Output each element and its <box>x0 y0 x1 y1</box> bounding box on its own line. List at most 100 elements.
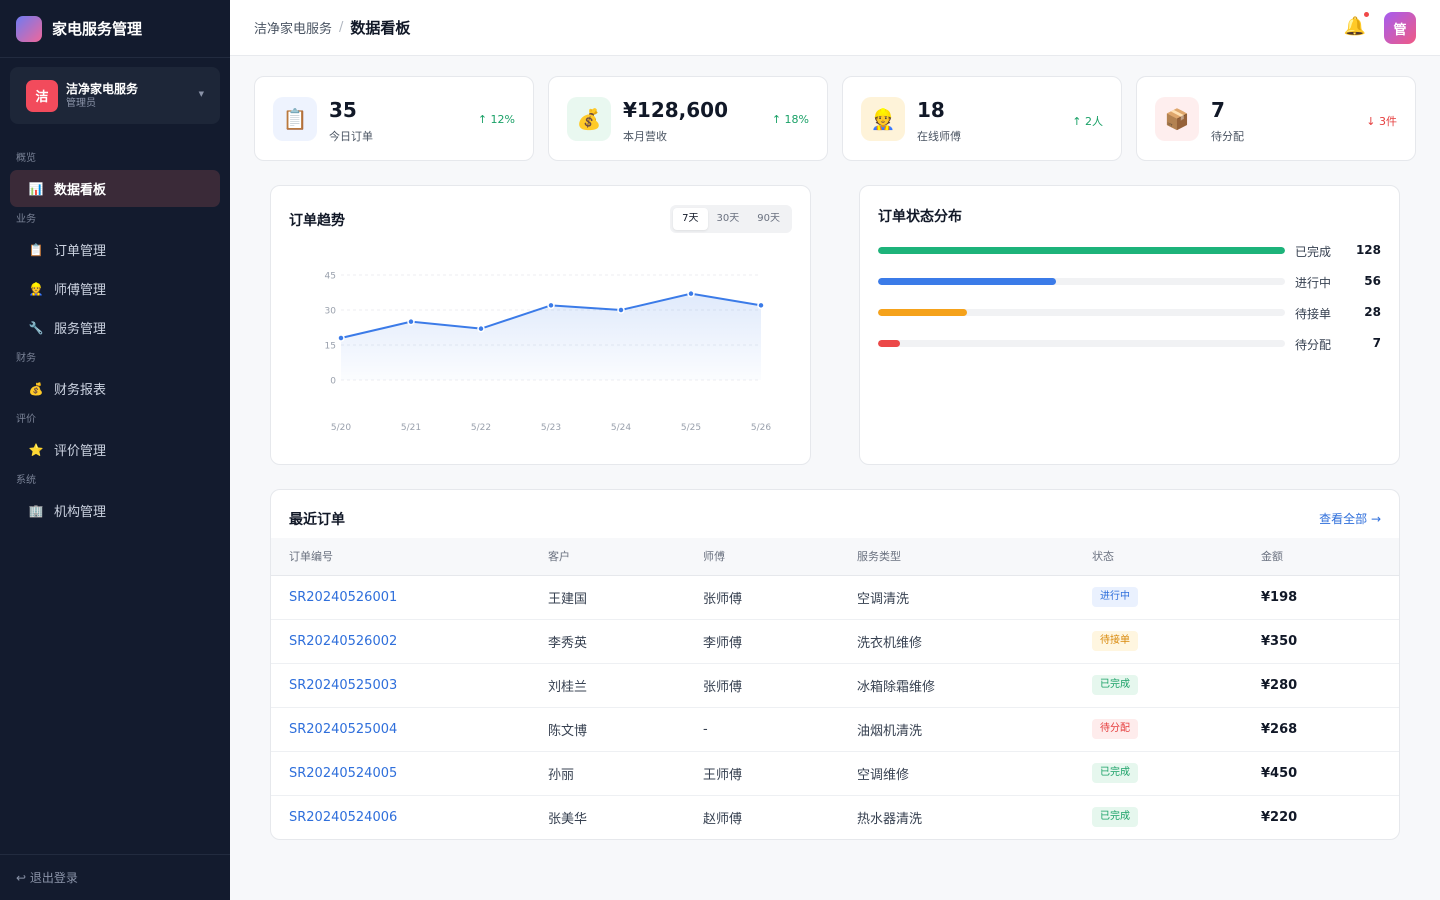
sidebar-item[interactable]: 🔧 服务管理 <box>10 309 220 346</box>
star-icon: ⭐ <box>28 442 44 457</box>
service-cell: 冰箱除霜维修 <box>857 663 1092 708</box>
order-id-cell: SR20240525003 <box>271 663 548 708</box>
status-cell: 已完成 <box>1092 663 1261 708</box>
order-id-link[interactable]: SR20240525004 <box>289 722 397 737</box>
table-row[interactable]: SR20240526001 王建国 张师傅 空调清洗 进行中 ¥198 <box>271 575 1399 620</box>
top-header: 洁净家电服务 / 数据看板 🔔 管 <box>230 0 1440 56</box>
customer-cell: 李秀英 <box>548 619 703 664</box>
status-badge: 已完成 <box>1092 807 1138 828</box>
stat-trend: ↑ 18% <box>771 113 809 126</box>
service-cell: 热水器清洗 <box>857 811 923 827</box>
y-tick-label: 0 <box>330 377 336 387</box>
bar-chart-icon: 📊 <box>28 181 44 196</box>
order-id-link[interactable]: SR20240524006 <box>289 810 397 825</box>
status-name: 进行中 <box>1295 276 1332 290</box>
table-row[interactable]: SR20240524006 张美华 赵师傅 热水器清洗 已完成 ¥220 <box>271 795 1399 839</box>
data-point <box>477 324 485 333</box>
customer-cell: 陈文博 <box>548 707 703 752</box>
status-badge: 进行中 <box>1092 587 1138 607</box>
table-row[interactable]: SR20240524005 孙丽 王师傅 空调维修 已完成 ¥450 <box>271 751 1399 796</box>
breadcrumb-parent[interactable]: 洁净家电服务 <box>254 18 332 37</box>
service-cell: 空调清洗 <box>857 575 1092 620</box>
building-icon: 🏢 <box>28 503 44 518</box>
sidebar-item-label: 师傅管理 <box>54 283 107 298</box>
table-header-row: 订单编号 客户 师傅 服务类型 状态 金额 <box>271 538 1399 576</box>
x-tick-label: 5/25 <box>681 423 701 433</box>
worker-cell: 张师傅 <box>703 575 857 620</box>
sidebar-item-label: 评价管理 <box>54 444 107 459</box>
status-cell: 待分配 <box>1092 707 1261 752</box>
page-title: 数据看板 <box>350 19 411 37</box>
nav-section-label: 业务 <box>16 214 36 225</box>
org-switcher[interactable]: 洁 洁净家电服务 管理员 ▼ <box>10 67 220 124</box>
recent-orders-panel: 最近订单 查看全部 → 订单编号 客户 师傅 服务类型 状态 金额 SR202405260… <box>270 489 1400 840</box>
status-badge: 已完成 <box>1092 675 1138 695</box>
caret-down-icon: ▼ <box>198 90 204 98</box>
column-header: 师傅 <box>703 538 857 576</box>
stat-trend: ↑ 12% <box>477 113 515 126</box>
status-badge: 待接单 <box>1092 631 1138 651</box>
package-icon: 📦 <box>1155 97 1199 141</box>
order-id-cell: SR20240526002 <box>271 619 548 664</box>
table-body: SR20240526001 王建国 张师傅 空调清洗 进行中 ¥198 SR20240526… <box>271 575 1399 839</box>
logout-button[interactable]: ↩ 退出登录 <box>0 854 230 900</box>
service-cell: 洗衣机维修 <box>857 619 1092 664</box>
order-id-cell: SR20240526001 <box>271 575 548 620</box>
stat-card: 📋 35 今日订单 ↑ 12% <box>254 76 534 161</box>
status-bar-track <box>878 309 1285 316</box>
org-avatar: 洁 <box>26 79 58 112</box>
order-id-link[interactable]: SR20240525003 <box>289 678 397 693</box>
app-title: 家电服务管理 <box>52 20 143 38</box>
worker-cell: 李师傅 <box>703 619 857 664</box>
x-tick-label: 5/24 <box>611 423 631 433</box>
order-id-cell: SR20240524005 <box>271 751 548 796</box>
status-row: 待分配 7 <box>878 335 1381 353</box>
amount-cell: ¥350 <box>1261 619 1399 664</box>
money-bag-icon: 💰 <box>567 97 611 141</box>
data-point <box>757 301 765 310</box>
sidebar-item[interactable]: 🏢 机构管理 <box>10 492 220 529</box>
amount-cell: ¥220 <box>1261 809 1298 825</box>
status-bar-fill <box>878 340 901 347</box>
user-avatar[interactable]: 管 <box>1384 12 1416 44</box>
stat-value: 18 <box>917 98 945 122</box>
sidebar-item[interactable]: 📊 数据看板 <box>10 170 220 207</box>
sidebar-item[interactable]: ⭐ 评价管理 <box>10 431 220 468</box>
org-role: 管理员 <box>66 97 96 109</box>
y-tick-label: 30 <box>325 307 337 317</box>
nav-section-label: 系统 <box>16 475 36 486</box>
table-row[interactable]: SR20240525003 刘桂兰 张师傅 冰箱除霜维修 已完成 ¥280 <box>271 663 1399 708</box>
sidebar-item[interactable]: 💰 财务报表 <box>10 370 220 407</box>
order-id-link[interactable]: SR20240526002 <box>289 634 397 649</box>
view-all-link[interactable]: 查看全部 → <box>1319 510 1381 527</box>
status-badge: 待分配 <box>1092 719 1138 739</box>
stat-value: 7 <box>1211 98 1225 122</box>
brand: 家电服务管理 <box>0 0 230 58</box>
status-bar-track <box>878 247 1285 254</box>
worker-cell: 王师傅 <box>703 751 857 796</box>
status-bar-track <box>878 340 1285 347</box>
stat-label: 待分配 <box>1211 130 1244 143</box>
table-row[interactable]: SR20240525004 陈文博 - 油烟机清洗 待分配 ¥268 <box>271 707 1399 752</box>
stat-label: 在线师傅 <box>917 130 961 143</box>
table-row[interactable]: SR20240526002 李秀英 李师傅 洗衣机维修 待接单 ¥350 <box>271 619 1399 664</box>
amount-cell: ¥198 <box>1261 575 1399 620</box>
order-id-link[interactable]: SR20240524005 <box>289 766 397 781</box>
sidebar-item-label: 订单管理 <box>54 244 107 259</box>
clipboard-icon: 📋 <box>273 97 317 141</box>
column-header: 客户 <box>548 538 703 576</box>
bell-icon[interactable]: 🔔 <box>1344 12 1369 37</box>
status-badge: 已完成 <box>1092 763 1138 783</box>
order-id-link[interactable]: SR20240526001 <box>289 590 397 605</box>
stat-label: 今日订单 <box>329 130 373 143</box>
order-id-cell: SR20240524006 <box>271 795 548 839</box>
stat-card: 📦 7 待分配 ↓ 3件 <box>1136 76 1416 161</box>
clipboard-icon: 📋 <box>28 242 44 257</box>
status-row: 进行中 56 <box>878 273 1381 291</box>
data-point <box>407 317 415 326</box>
sidebar-item[interactable]: 👷 师傅管理 <box>10 270 220 307</box>
status-name: 待分配 <box>1295 338 1332 352</box>
data-point <box>547 301 555 310</box>
status-bar-fill <box>878 247 1285 254</box>
sidebar-item[interactable]: 📋 订单管理 <box>10 231 220 268</box>
